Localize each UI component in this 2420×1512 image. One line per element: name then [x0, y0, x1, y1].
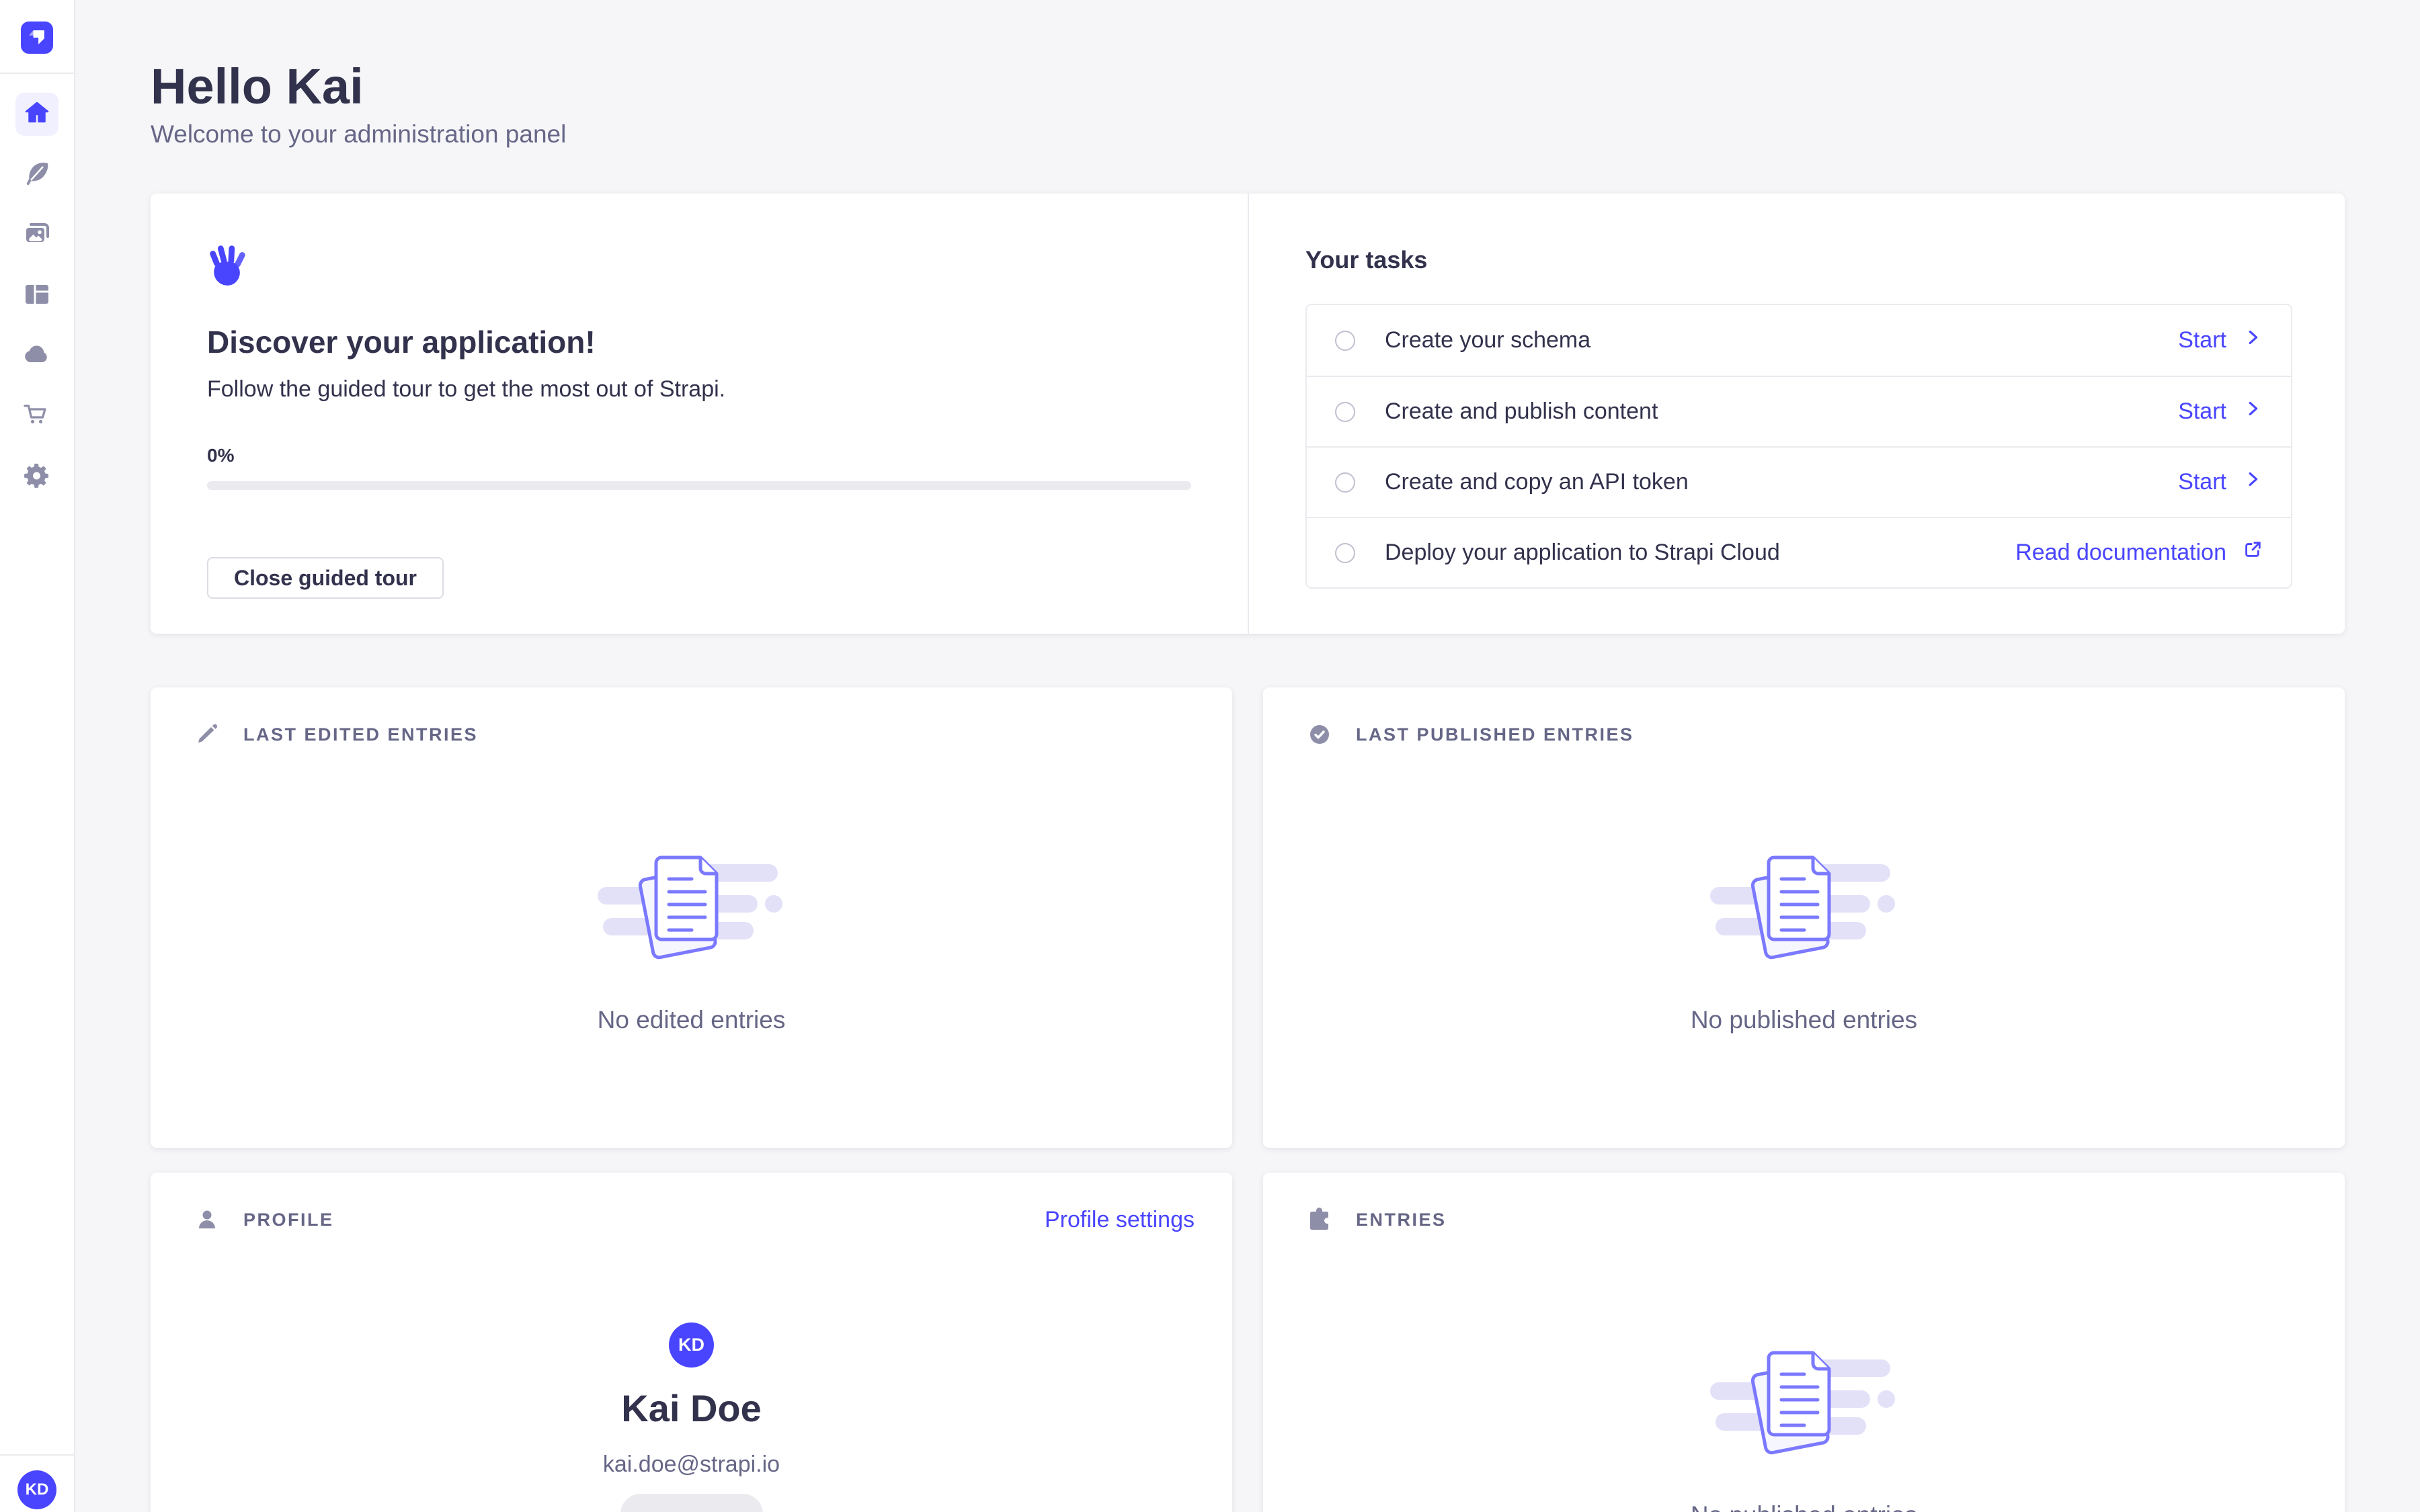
cloud-icon — [22, 340, 52, 373]
last-edited-entries-widget: LAST EDITED ENTRIES No edited entries — [151, 687, 1232, 1148]
task-action-label: Start — [2178, 469, 2226, 495]
settings-gear-icon — [22, 461, 52, 494]
task-status-circle — [1335, 543, 1355, 563]
progress-percent-label: 0% — [207, 445, 1191, 466]
empty-documents-illustration — [1710, 845, 1898, 963]
guided-tour-title: Discover your application! — [207, 324, 1191, 360]
task-status-circle — [1335, 402, 1355, 422]
tasks-heading: Your tasks — [1305, 246, 2292, 274]
page-title: Hello Kai — [151, 59, 2345, 114]
page-subtitle: Welcome to your administration panel — [151, 120, 2345, 149]
progress-bar — [207, 481, 1191, 490]
sidebar-user-avatar[interactable]: KD — [17, 1470, 56, 1509]
guided-tour-card: Discover your application! Follow the gu… — [151, 194, 2345, 634]
sidebar-item-content-type-builder[interactable] — [15, 274, 58, 317]
task-row-deploy-cloud[interactable]: Deploy your application to Strapi Cloud … — [1307, 517, 2291, 587]
waving-hand-icon — [207, 243, 1191, 288]
task-start-link[interactable]: Start — [2178, 469, 2263, 495]
task-label: Deploy your application to Strapi Cloud — [1385, 540, 1780, 566]
sidebar-divider — [0, 73, 75, 74]
close-guided-tour-button[interactable]: Close guided tour — [207, 557, 444, 599]
task-label: Create your schema — [1385, 327, 1590, 353]
profile-email: kai.doe@strapi.io — [603, 1452, 780, 1478]
tasks-list: Create your schema Start Create and publ… — [1305, 304, 2292, 589]
sidebar-item-marketplace[interactable] — [15, 395, 58, 438]
task-label: Create and publish content — [1385, 398, 1658, 425]
strapi-logo[interactable] — [21, 0, 53, 73]
task-row-publish-content[interactable]: Create and publish content Start — [1307, 376, 2291, 446]
profile-widget: PROFILE Profile settings KD Kai Doe kai.… — [151, 1173, 1232, 1512]
layout-icon — [22, 280, 52, 312]
external-link-icon — [2243, 540, 2263, 566]
chevron-right-icon — [2243, 398, 2263, 425]
guided-tour-panel: Discover your application! Follow the gu… — [151, 194, 1248, 634]
widget-title: LAST EDITED ENTRIES — [243, 724, 478, 745]
entries-widget: ENTRIES No published entries — [1263, 1173, 2345, 1512]
feather-icon — [22, 159, 52, 192]
task-status-circle — [1335, 331, 1355, 351]
task-action-label: Start — [2178, 398, 2226, 425]
task-status-circle — [1335, 472, 1355, 493]
task-action-label: Read documentation — [2015, 540, 2226, 566]
widget-title: PROFILE — [243, 1210, 334, 1230]
task-row-api-token[interactable]: Create and copy an API token Start — [1307, 446, 2291, 517]
widget-title: LAST PUBLISHED ENTRIES — [1356, 724, 1634, 745]
empty-documents-illustration — [598, 845, 786, 963]
check-circle-icon — [1306, 721, 1333, 748]
user-icon — [194, 1206, 220, 1233]
chevron-right-icon — [2243, 327, 2263, 353]
profile-avatar: KD — [669, 1322, 714, 1368]
empty-state-text: No published entries — [1691, 1006, 1917, 1034]
task-label: Create and copy an API token — [1385, 469, 1689, 495]
sidebar-item-media-library[interactable] — [15, 214, 58, 257]
sidebar: KD — [0, 0, 75, 1512]
puzzle-icon — [1306, 1206, 1333, 1233]
pencil-icon — [194, 721, 220, 748]
profile-name: Kai Doe — [621, 1386, 762, 1430]
profile-settings-link[interactable]: Profile settings — [1045, 1207, 1195, 1233]
marketplace-cart-icon — [22, 401, 52, 433]
home-icon — [22, 98, 52, 131]
task-start-link[interactable]: Start — [2178, 398, 2263, 425]
last-published-entries-widget: LAST PUBLISHED ENTRIES No published en — [1263, 687, 2345, 1148]
task-row-create-schema[interactable]: Create your schema Start — [1307, 305, 2291, 376]
chevron-right-icon — [2243, 469, 2263, 495]
sidebar-item-content-manager[interactable] — [15, 153, 58, 196]
task-action-label: Start — [2178, 327, 2226, 353]
media-library-icon — [22, 219, 52, 252]
guided-tour-description: Follow the guided tour to get the most o… — [207, 375, 1191, 403]
empty-state-text: No published entries — [1691, 1501, 1917, 1512]
sidebar-item-deploy[interactable] — [15, 335, 58, 378]
main-content: Hello Kai Welcome to your administration… — [75, 0, 2420, 1512]
sidebar-item-settings[interactable] — [15, 456, 58, 499]
task-start-link[interactable]: Start — [2178, 327, 2263, 353]
role-badge — [620, 1494, 763, 1512]
tasks-panel: Your tasks Create your schema Start Crea… — [1248, 194, 2345, 634]
empty-state-text: No edited entries — [598, 1006, 786, 1034]
widget-title: ENTRIES — [1356, 1210, 1447, 1230]
sidebar-item-home[interactable] — [15, 93, 58, 136]
task-read-documentation-link[interactable]: Read documentation — [2015, 540, 2263, 566]
empty-documents-illustration — [1710, 1341, 1898, 1458]
